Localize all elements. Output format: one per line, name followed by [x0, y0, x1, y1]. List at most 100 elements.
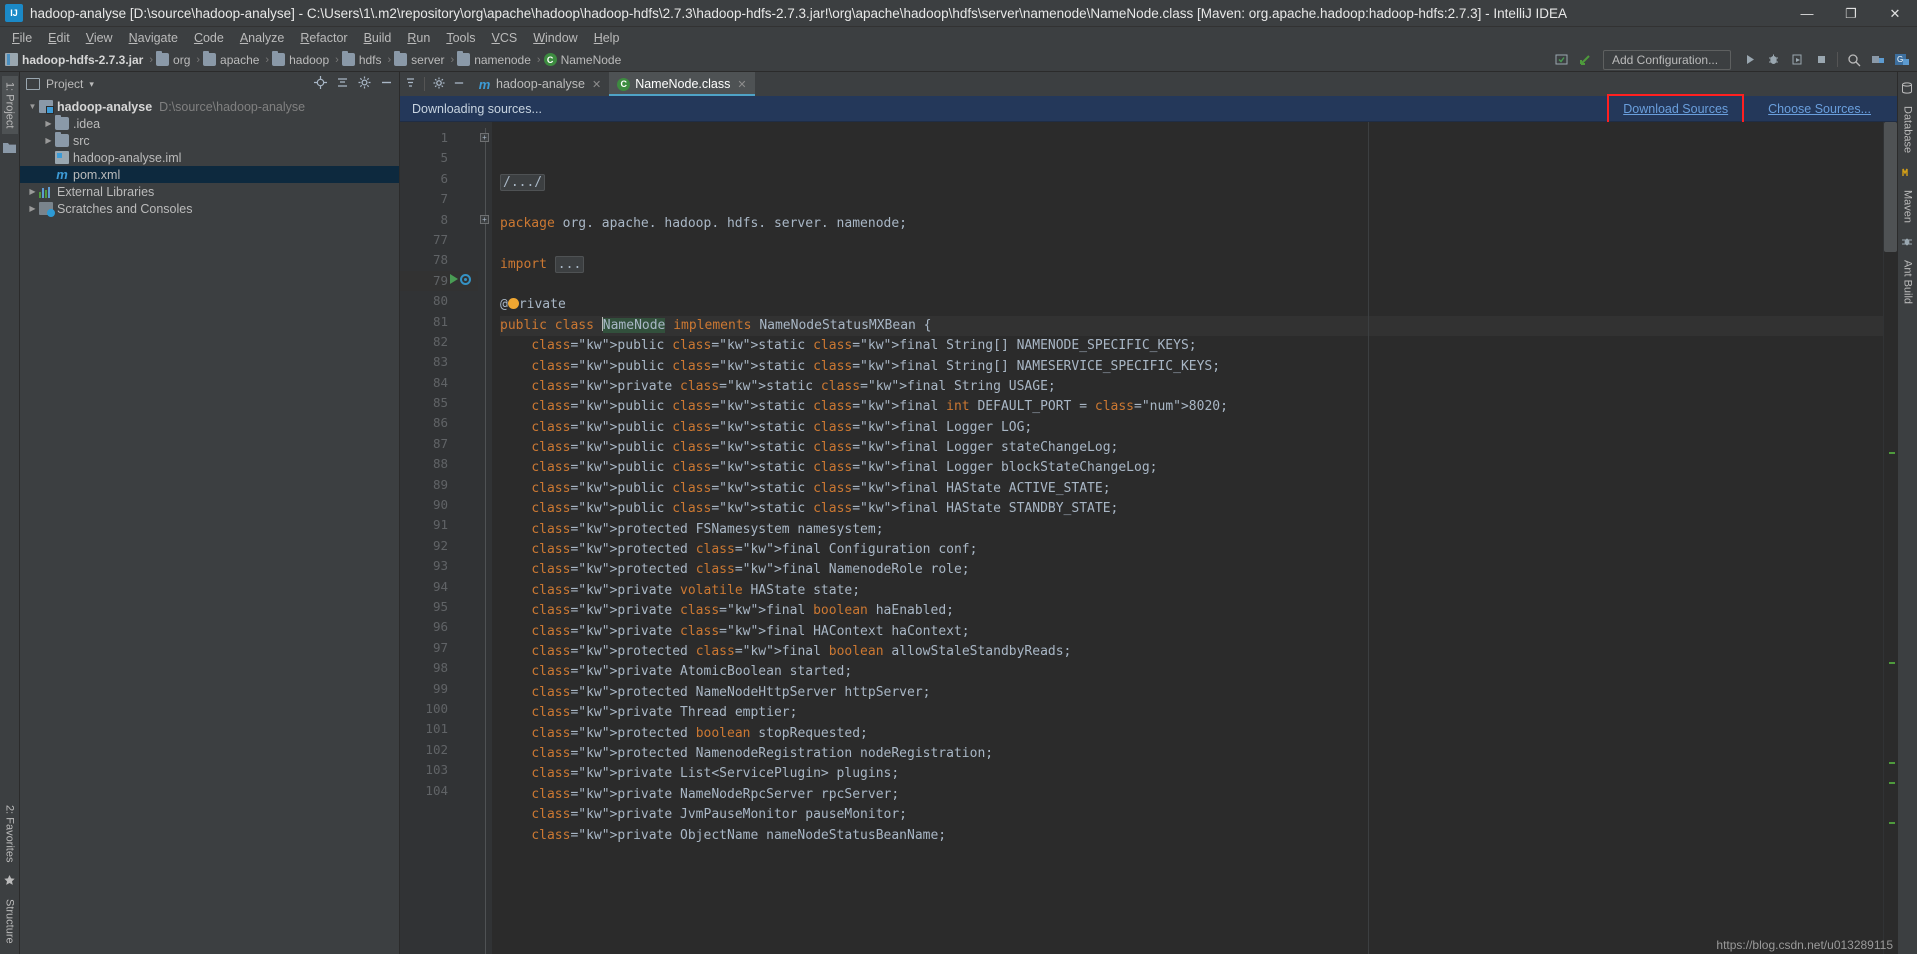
code-line[interactable] — [500, 234, 1883, 254]
close-icon[interactable]: ✕ — [737, 78, 746, 91]
code-line[interactable] — [500, 193, 1883, 213]
stripe-mark[interactable] — [1889, 662, 1895, 664]
code-line[interactable]: @ rivate — [500, 295, 1883, 315]
code-line[interactable]: package org. apache. hadoop. hdfs. serve… — [500, 214, 1883, 234]
code-line[interactable]: class="kw">public class="kw">static clas… — [500, 357, 1883, 377]
menu-item-edit[interactable]: Edit — [40, 29, 78, 47]
error-stripe-scrollbar[interactable] — [1883, 122, 1897, 954]
run-icon[interactable] — [450, 274, 458, 285]
code-line[interactable]: class="kw">public class="kw">static clas… — [500, 458, 1883, 478]
code-line[interactable]: class="kw">private class="kw">final bool… — [500, 601, 1883, 621]
sort-icon[interactable] — [405, 76, 416, 92]
settings-icon[interactable] — [433, 76, 445, 92]
breadcrumb-item-org[interactable]: org — [156, 51, 193, 67]
stripe-mark[interactable] — [1889, 452, 1895, 454]
menu-item-vcs[interactable]: VCS — [484, 29, 526, 47]
menu-item-run[interactable]: Run — [399, 29, 438, 47]
code-editor[interactable]: 1 5 6 7 8 77 78 79 80 81 82 83 84 85 86 87 88 89 90 91 92 93 9… — [400, 122, 1897, 954]
intention-bulb-icon[interactable] — [507, 298, 519, 310]
sidebar-tab-favorites[interactable]: 2: Favorites — [2, 799, 18, 868]
code-folding-column[interactable]: + + — [478, 122, 492, 954]
update-project-icon[interactable] — [1574, 50, 1596, 70]
project-structure-icon[interactable] — [1867, 50, 1889, 70]
chevron-down-icon[interactable]: ▾ — [89, 79, 94, 90]
breadcrumb-item-server[interactable]: server — [394, 51, 447, 67]
code-text[interactable]: /.../ package org. apache. hadoop. hdfs.… — [492, 122, 1883, 954]
menu-item-navigate[interactable]: Navigate — [121, 29, 186, 47]
code-line[interactable]: public class NameNode implements NameNod… — [500, 315, 1883, 337]
tree-item-pom-xml[interactable]: m pom.xml — [20, 166, 399, 183]
collapse-all-icon[interactable] — [336, 76, 349, 92]
menu-item-build[interactable]: Build — [356, 29, 400, 47]
close-button[interactable]: ✕ — [1873, 0, 1917, 27]
code-line[interactable]: class="kw">private Thread emptier; — [500, 703, 1883, 723]
choose-sources-link[interactable]: Choose Sources... — [1754, 99, 1885, 119]
sidebar-tab-project[interactable]: 1: Project — [1, 76, 18, 135]
breadcrumb-item-apache[interactable]: apache — [203, 51, 262, 67]
code-line[interactable]: class="kw">protected class="kw">final Na… — [500, 560, 1883, 580]
tree-item-src[interactable]: src — [20, 132, 399, 149]
tree-item-hadoop-analyse[interactable]: hadoop-analyse D:\source\hadoop-analyse — [20, 98, 399, 115]
menu-item-file[interactable]: File — [4, 29, 40, 47]
right-tab-ant-build[interactable]: Ant Build — [1900, 255, 1916, 309]
menu-item-window[interactable]: Window — [525, 29, 585, 47]
fold-expand-icon[interactable]: + — [480, 133, 489, 142]
breadcrumb-item-namenode[interactable]: NameNode — [543, 53, 625, 67]
code-line[interactable]: class="kw">public class="kw">static clas… — [500, 336, 1883, 356]
stripe-mark[interactable] — [1889, 822, 1895, 824]
close-icon[interactable]: ✕ — [592, 78, 601, 91]
code-line[interactable]: class="kw">public class="kw">static clas… — [500, 479, 1883, 499]
locate-icon[interactable] — [314, 76, 327, 92]
code-line[interactable]: class="kw">public class="kw">static clas… — [500, 499, 1883, 519]
code-line[interactable]: class="kw">private class="kw">final HACo… — [500, 622, 1883, 642]
code-line[interactable]: class="kw">protected class="kw">final Co… — [500, 540, 1883, 560]
tree-item-scratches-and-consoles[interactable]: Scratches and Consoles — [20, 200, 399, 217]
run-with-coverage-icon[interactable] — [1786, 50, 1808, 70]
code-line[interactable]: class="kw">protected boolean stopRequest… — [500, 724, 1883, 744]
add-configuration-button[interactable]: Add Configuration... — [1603, 49, 1731, 70]
scrollbar-thumb[interactable] — [1884, 122, 1897, 252]
class-name-highlight[interactable]: NameNode — [602, 317, 666, 333]
tree-item-external-libraries[interactable]: External Libraries — [20, 183, 399, 200]
star-icon[interactable] — [3, 874, 16, 887]
code-line[interactable]: class="kw">private class="kw">static cla… — [500, 377, 1883, 397]
stripe-mark[interactable] — [1889, 762, 1895, 764]
right-tab-maven[interactable]: Maven — [1900, 185, 1916, 228]
code-line[interactable]: class="kw">private List<ServicePlugin> p… — [500, 764, 1883, 784]
code-line[interactable]: class="kw">protected NamenodeRegistratio… — [500, 744, 1883, 764]
code-line[interactable]: class="kw">private ObjectName nameNodeSt… — [500, 826, 1883, 846]
menu-item-code[interactable]: Code — [186, 29, 232, 47]
breadcrumb-item-hdfs[interactable]: hdfs — [341, 51, 385, 67]
code-line[interactable] — [500, 275, 1883, 295]
minimize-button[interactable]: — — [1785, 0, 1829, 27]
chevron-right-icon[interactable] — [26, 204, 39, 213]
git-icon[interactable]: G — [1891, 50, 1913, 70]
editor-tab-hadoop-analyse[interactable]: m hadoop-analyse ✕ — [470, 72, 609, 96]
menu-item-view[interactable]: View — [78, 29, 121, 47]
code-line[interactable]: class="kw">protected NameNodeHttpServer … — [500, 683, 1883, 703]
build-icon[interactable] — [1550, 50, 1572, 70]
folded-imports[interactable]: ... — [554, 255, 585, 273]
chevron-right-icon[interactable] — [26, 187, 39, 196]
search-icon[interactable] — [1843, 50, 1865, 70]
editor-tab-namenode-class[interactable]: NameNode.class ✕ — [609, 72, 756, 96]
chevron-down-icon[interactable] — [26, 102, 39, 111]
gutter-run-markers[interactable] — [450, 273, 471, 285]
right-tab-database[interactable]: Database — [1900, 101, 1916, 158]
sidebar-tab-structure[interactable]: Structure — [2, 893, 18, 950]
maximize-button[interactable]: ❐ — [1829, 0, 1873, 27]
code-line[interactable]: class="kw">protected class="kw">final bo… — [500, 642, 1883, 662]
menu-item-tools[interactable]: Tools — [438, 29, 483, 47]
breadcrumb-item-hadoop-hdfs-2-7-3-jar[interactable]: hadoop-hdfs-2.7.3.jar — [5, 53, 146, 67]
implementation-marker-icon[interactable] — [460, 273, 471, 285]
code-line[interactable]: class="kw">public class="kw">static clas… — [500, 418, 1883, 438]
code-line[interactable]: import ... — [500, 255, 1883, 275]
tree-item--idea[interactable]: .idea — [20, 115, 399, 132]
debug-icon[interactable] — [1762, 50, 1784, 70]
run-icon[interactable] — [1738, 50, 1760, 70]
hide-icon[interactable] — [380, 76, 393, 92]
code-line[interactable]: class="kw">private volatile HAState stat… — [500, 581, 1883, 601]
code-line[interactable]: class="kw">private AtomicBoolean started… — [500, 662, 1883, 682]
stop-icon[interactable] — [1810, 50, 1832, 70]
menu-item-help[interactable]: Help — [586, 29, 628, 47]
